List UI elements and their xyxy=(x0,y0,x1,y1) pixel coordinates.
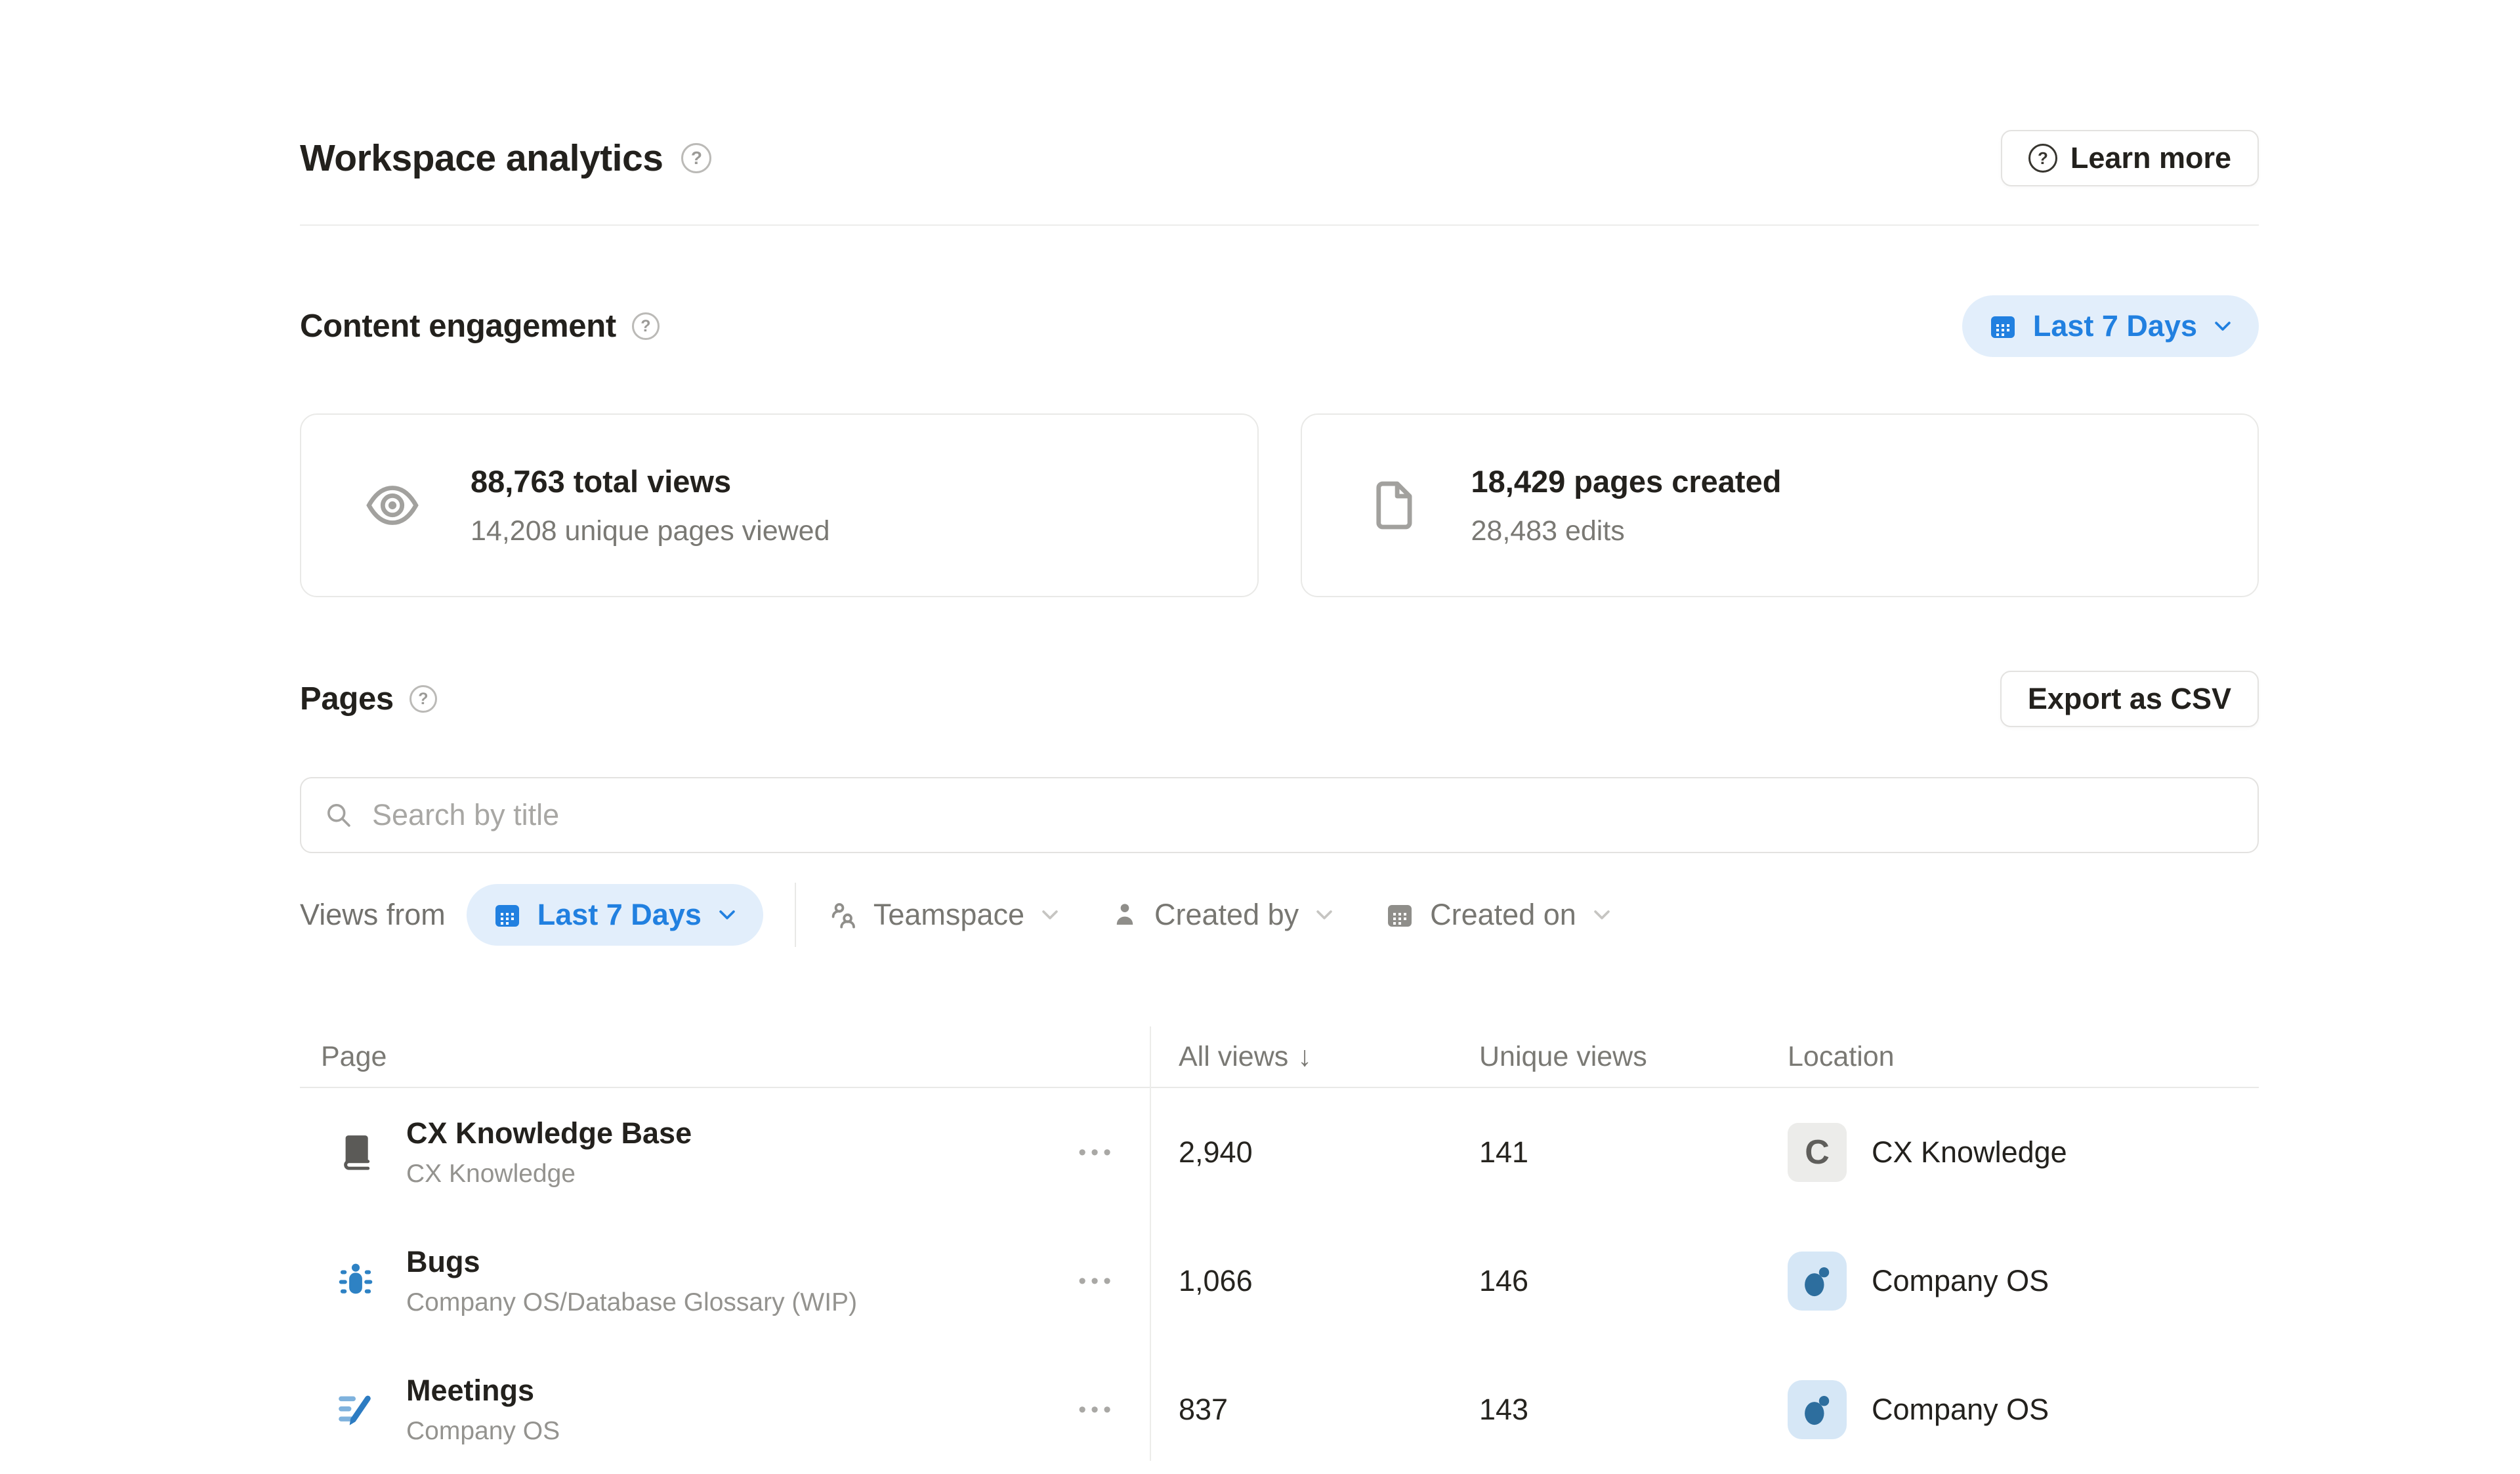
divider xyxy=(795,883,796,947)
teamspace-filter-label: Teamspace xyxy=(873,898,1024,932)
more-options-icon[interactable]: ••• xyxy=(1078,1397,1116,1423)
divider xyxy=(300,224,2259,226)
company-os-logo-icon xyxy=(1799,1391,1836,1428)
person-icon xyxy=(1110,900,1140,930)
column-divider xyxy=(1150,1026,1151,1461)
created-on-filter-label: Created on xyxy=(1430,898,1576,932)
chevron-down-icon xyxy=(1039,904,1061,926)
content-engagement-header: Content engagement ? Last 7 Days xyxy=(300,295,2259,357)
page-subtitle: Company OS/Database Glossary (WIP) xyxy=(406,1288,857,1317)
filters-row: Views from Last 7 Days Teamspace xyxy=(300,882,2259,948)
page-title: Workspace analytics xyxy=(300,137,663,180)
column-header-page[interactable]: Page xyxy=(300,1041,1150,1073)
calendar-icon xyxy=(1384,899,1416,931)
meeting-notes-icon xyxy=(334,1388,377,1431)
views-from-label: Views from xyxy=(300,898,446,932)
location-cell[interactable]: Company OS xyxy=(1788,1380,2259,1439)
edits-value: 28,483 edits xyxy=(1471,515,1782,547)
location-label: Company OS xyxy=(1872,1393,2049,1427)
learn-more-button[interactable]: ? Learn more xyxy=(2001,130,2259,186)
export-csv-button[interactable]: Export as CSV xyxy=(2000,671,2259,727)
help-icon[interactable]: ? xyxy=(681,143,711,173)
table-row[interactable]: CX Knowledge Base CX Knowledge ••• 2,940… xyxy=(300,1088,2259,1217)
calendar-icon xyxy=(492,899,523,931)
location-cell[interactable]: C CX Knowledge xyxy=(1788,1123,2259,1182)
date-range-dropdown[interactable]: Last 7 Days xyxy=(1962,295,2259,357)
unique-views-value: 141 xyxy=(1479,1135,1788,1169)
page-icon xyxy=(1365,477,1421,534)
chevron-down-icon xyxy=(1591,904,1613,926)
column-header-all-views[interactable]: All views ↓ xyxy=(1150,1041,1479,1073)
page-title-link[interactable]: Bugs xyxy=(406,1245,857,1279)
pages-table: Page All views ↓ Unique views Location C… xyxy=(300,1026,2259,1474)
location-cell[interactable]: Company OS xyxy=(1788,1252,2259,1311)
chevron-down-icon xyxy=(2212,315,2234,337)
views-date-filter-label: Last 7 Days xyxy=(537,898,702,932)
more-options-icon[interactable]: ••• xyxy=(1078,1269,1116,1294)
more-options-icon[interactable]: ••• xyxy=(1078,1140,1116,1166)
pages-created-card: 18,429 pages created 28,483 edits xyxy=(1301,413,2259,597)
bug-icon xyxy=(334,1259,377,1303)
company-os-logo-icon xyxy=(1799,1263,1836,1299)
table-row[interactable]: Bugs Company OS/Database Glossary (WIP) … xyxy=(300,1217,2259,1345)
search-icon xyxy=(324,800,354,830)
pages-title: Pages xyxy=(300,681,394,717)
teamspace-avatar: C xyxy=(1788,1123,1847,1182)
location-label: CX Knowledge xyxy=(1872,1135,2067,1169)
page-title-link[interactable]: CX Knowledge Base xyxy=(406,1116,692,1150)
chevron-down-icon xyxy=(716,904,738,926)
page-header: Workspace analytics ? ? Learn more xyxy=(300,130,2259,186)
all-views-value: 2,940 xyxy=(1150,1135,1479,1169)
workspace-analytics-page: Workspace analytics ? ? Learn more Conte… xyxy=(300,0,2259,1474)
book-icon xyxy=(334,1131,377,1174)
search-input[interactable] xyxy=(371,797,2235,833)
views-date-filter-dropdown[interactable]: Last 7 Days xyxy=(467,884,763,946)
pages-section-header: Pages ? Export as CSV xyxy=(300,671,2259,727)
learn-more-label: Learn more xyxy=(2070,141,2231,175)
pages-created-value: 18,429 pages created xyxy=(1471,463,1782,499)
stat-cards: 88,763 total views 14,208 unique pages v… xyxy=(300,413,2259,597)
content-engagement-title: Content engagement xyxy=(300,308,616,345)
unique-pages-value: 14,208 unique pages viewed xyxy=(471,515,830,547)
page-title-link[interactable]: Meetings xyxy=(406,1374,560,1408)
date-range-label: Last 7 Days xyxy=(2033,309,2197,343)
teamspace-avatar xyxy=(1788,1380,1847,1439)
page-subtitle: CX Knowledge xyxy=(406,1160,692,1189)
table-header: Page All views ↓ Unique views Location xyxy=(300,1026,2259,1088)
location-label: Company OS xyxy=(1872,1264,2049,1298)
question-circle-icon: ? xyxy=(2028,144,2057,173)
help-icon[interactable]: ? xyxy=(410,685,437,713)
teamspace-avatar xyxy=(1788,1252,1847,1311)
column-header-location[interactable]: Location xyxy=(1788,1041,2259,1073)
table-row[interactable]: Meetings Company OS ••• 837 143 Company … xyxy=(300,1345,2259,1474)
column-header-unique-views[interactable]: Unique views xyxy=(1479,1041,1788,1073)
sort-descending-icon: ↓ xyxy=(1297,1041,1312,1073)
created-by-filter-dropdown[interactable]: Created by xyxy=(1110,898,1335,932)
calendar-icon xyxy=(1987,310,2019,342)
eye-icon xyxy=(364,477,421,534)
page-subtitle: Company OS xyxy=(406,1417,560,1446)
search-bar xyxy=(300,777,2259,853)
created-by-filter-label: Created by xyxy=(1154,898,1299,932)
page-title-group: Workspace analytics ? xyxy=(300,137,711,180)
all-views-value: 1,066 xyxy=(1150,1264,1479,1298)
unique-views-value: 143 xyxy=(1479,1393,1788,1427)
total-views-card: 88,763 total views 14,208 unique pages v… xyxy=(300,413,1259,597)
total-views-value: 88,763 total views xyxy=(471,463,830,499)
export-csv-label: Export as CSV xyxy=(2028,682,2231,716)
help-icon[interactable]: ? xyxy=(632,312,660,340)
teamspace-filter-dropdown[interactable]: Teamspace xyxy=(828,898,1061,932)
all-views-value: 837 xyxy=(1150,1393,1479,1427)
chevron-down-icon xyxy=(1313,904,1335,926)
teamspace-people-icon xyxy=(828,899,859,931)
unique-views-value: 146 xyxy=(1479,1264,1788,1298)
created-on-filter-dropdown[interactable]: Created on xyxy=(1384,898,1613,932)
